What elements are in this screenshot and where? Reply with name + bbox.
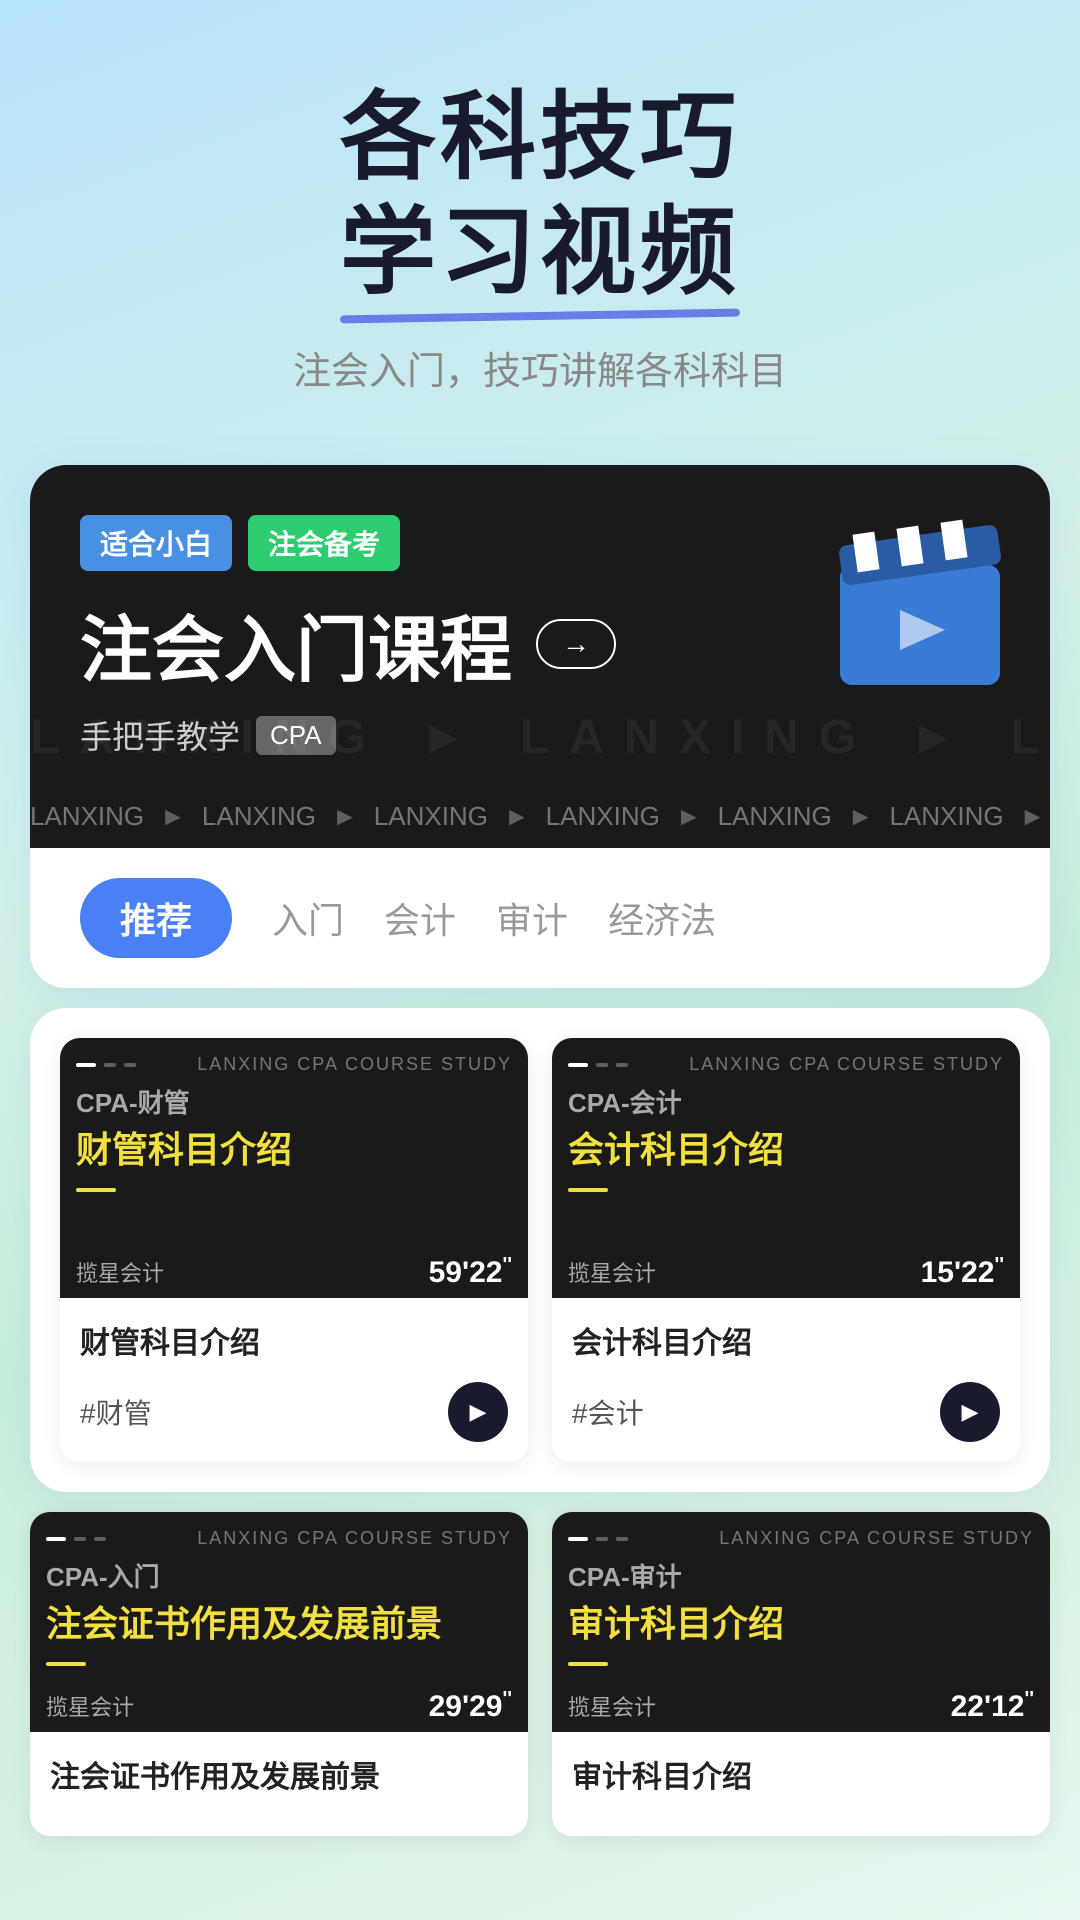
- partial-card-1[interactable]: LANXING CPA COURSE STUDY CPA-入门 注会证书作用及发…: [30, 1512, 528, 1836]
- thumb-divider-1: [76, 1188, 116, 1192]
- partial-thumbnail-1: LANXING CPA COURSE STUDY CPA-入门 注会证书作用及发…: [30, 1512, 528, 1732]
- hero-title-line2: 学习视频: [340, 195, 740, 310]
- partial-info-1: 注会证书作用及发展前景: [30, 1732, 528, 1836]
- thumb-author-1: 揽星会计: [76, 1256, 164, 1288]
- thumb-title-2: 会计科目介绍: [552, 1120, 1020, 1179]
- video-thumbnail-1: LANXING CPA COURSE STUDY CPA-财管 财管科目介绍 揽…: [60, 1038, 528, 1298]
- tab-recommend[interactable]: 推荐: [80, 878, 232, 958]
- tab-audit[interactable]: 审计: [496, 892, 568, 944]
- tab-beginner[interactable]: 入门: [272, 892, 344, 944]
- bottom-partial-grid: LANXING CPA COURSE STUDY CPA-入门 注会证书作用及发…: [30, 1512, 1050, 1836]
- video-card-1[interactable]: LANXING CPA COURSE STUDY CPA-财管 财管科目介绍 揽…: [60, 1038, 528, 1462]
- partial-brand-1: LANXING CPA COURSE STUDY: [197, 1528, 512, 1549]
- partial-title-1: 注会证书作用及发展前景: [30, 1594, 528, 1653]
- tag-exam: 注会备考: [248, 515, 400, 571]
- scroll-item-1: LANXING► LANXING► LANXING► LANXING► LANX…: [30, 801, 1045, 832]
- thumb-brand-1: LANXING CPA COURSE STUDY: [197, 1054, 512, 1075]
- hero-subtitle: 注会入门，技巧讲解各科科目: [40, 340, 1040, 395]
- banner-arrow-button[interactable]: →: [536, 619, 616, 669]
- video-thumbnail-2: LANXING CPA COURSE STUDY CPA-会计 会计科目介绍 揽…: [552, 1038, 1020, 1298]
- thumb-duration-1: 59'22'': [429, 1254, 512, 1290]
- thumb-category-2: CPA-会计: [552, 1083, 1020, 1120]
- banner-bg-text: LANXING ► LANXING ► LANXING ► LANXING ► …: [30, 710, 1050, 765]
- partial-category-2: CPA-审计: [552, 1557, 1050, 1594]
- thumb-divider-2: [568, 1188, 608, 1192]
- video-grid-container: LANXING CPA COURSE STUDY CPA-财管 财管科目介绍 揽…: [30, 1008, 1050, 1492]
- video-card-2[interactable]: LANXING CPA COURSE STUDY CPA-会计 会计科目介绍 揽…: [552, 1038, 1020, 1462]
- play-button-2[interactable]: ▶: [940, 1382, 1000, 1442]
- tag-beginner: 适合小白: [80, 515, 232, 571]
- course-banner[interactable]: LANXING ► LANXING ► LANXING ► LANXING ► …: [30, 465, 1050, 785]
- thumb-title-1: 财管科目介绍: [60, 1120, 528, 1179]
- scroll-bar: LANXING► LANXING► LANXING► LANXING► LANX…: [30, 785, 1050, 848]
- partial-brand-2: LANXING CPA COURSE STUDY: [719, 1528, 1034, 1549]
- thumb-brand-2: LANXING CPA COURSE STUDY: [689, 1054, 1004, 1075]
- thumb-category-1: CPA-财管: [60, 1083, 528, 1120]
- partial-title-2: 审计科目介绍: [552, 1594, 1050, 1653]
- hero-section: 各科技巧 学习视频 注会入门，技巧讲解各科科目: [0, 0, 1080, 435]
- partial-card-2[interactable]: LANXING CPA COURSE STUDY CPA-审计 审计科目介绍 揽…: [552, 1512, 1050, 1836]
- main-card: LANXING ► LANXING ► LANXING ► LANXING ► …: [30, 465, 1050, 988]
- thumb-author-2: 揽星会计: [568, 1256, 656, 1288]
- hero-title: 各科技巧 学习视频: [40, 80, 1040, 310]
- thumb-duration-2: 15'22'': [921, 1254, 1004, 1290]
- hero-title-line1: 各科技巧: [40, 80, 1040, 195]
- play-button-1[interactable]: ▶: [448, 1382, 508, 1442]
- partial-category-1: CPA-入门: [30, 1557, 528, 1594]
- partial-thumbnail-2: LANXING CPA COURSE STUDY CPA-审计 审计科目介绍 揽…: [552, 1512, 1050, 1732]
- video-info-2: 会计科目介绍 #会计 ▶: [552, 1298, 1020, 1462]
- tab-bar: 推荐 入门 会计 审计 经济法: [30, 848, 1050, 988]
- video-tag-2: #会计: [572, 1392, 644, 1432]
- partial-card-title-1: 注会证书作用及发展前景: [50, 1752, 508, 1796]
- video-card-title-1: 财管科目介绍: [80, 1318, 508, 1362]
- tab-economic-law[interactable]: 经济法: [608, 892, 716, 944]
- video-info-1: 财管科目介绍 #财管 ▶: [60, 1298, 528, 1462]
- partial-duration-2: 22'12'': [951, 1688, 1034, 1724]
- video-tag-1: #财管: [80, 1392, 152, 1432]
- partial-info-2: 审计科目介绍: [552, 1732, 1050, 1836]
- partial-card-title-2: 审计科目介绍: [572, 1752, 1030, 1796]
- partial-author-2: 揽星会计: [568, 1690, 656, 1722]
- tab-accounting[interactable]: 会计: [384, 892, 456, 944]
- partial-author-1: 揽星会计: [46, 1690, 134, 1722]
- video-card-title-2: 会计科目介绍: [572, 1318, 1000, 1362]
- video-grid: LANXING CPA COURSE STUDY CPA-财管 财管科目介绍 揽…: [60, 1038, 1020, 1462]
- clapperboard-icon: [820, 495, 1020, 695]
- partial-duration-1: 29'29'': [429, 1688, 512, 1724]
